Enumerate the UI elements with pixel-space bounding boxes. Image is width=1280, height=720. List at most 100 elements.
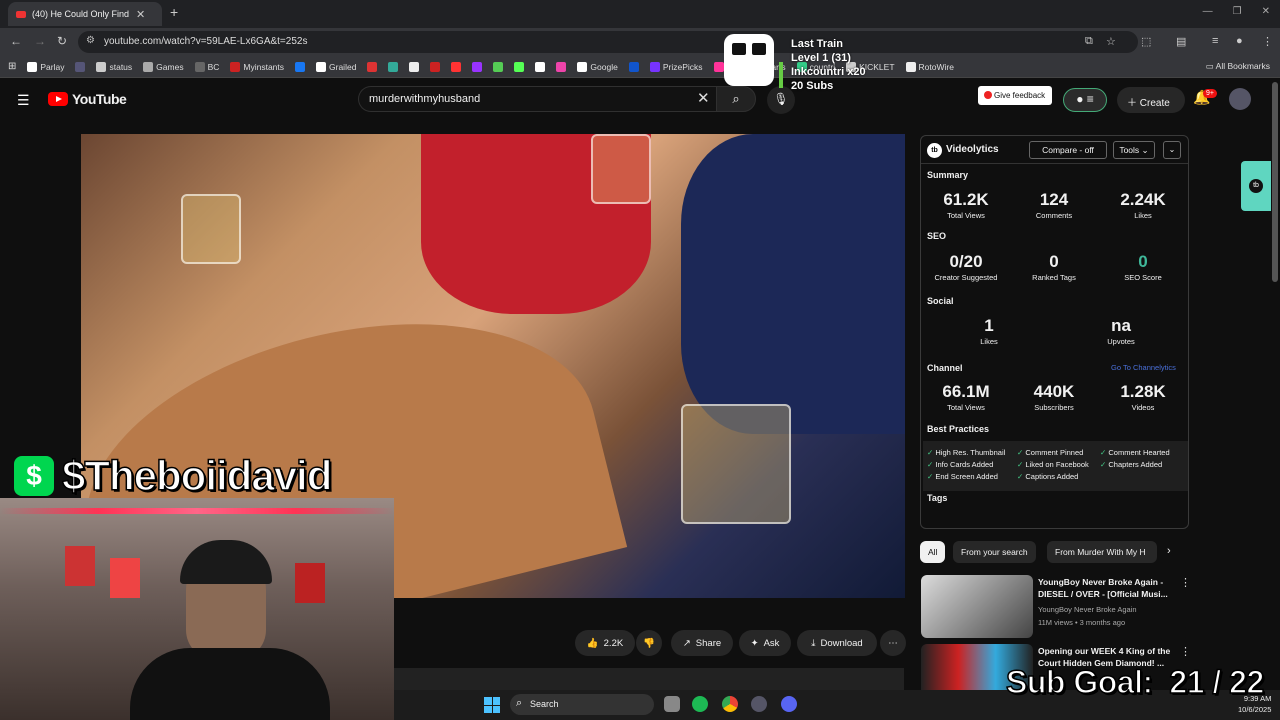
taskbar-search-label: Search (530, 699, 559, 709)
bookmark-favicon-icon (409, 61, 420, 72)
bookmark-item[interactable] (451, 61, 462, 72)
bookmark-favicon-icon (230, 61, 241, 72)
bookmark-item[interactable] (514, 61, 525, 72)
taskbar-search[interactable]: Search (510, 694, 654, 715)
mic-icon: 🎙 (773, 92, 789, 106)
bookmark-favicon-icon (493, 61, 504, 72)
forward-icon[interactable]: → (34, 34, 46, 48)
maximize-icon[interactable]: ❐ (1233, 6, 1242, 17)
rec-thumbnail[interactable] (921, 575, 1033, 638)
wall-poster (65, 546, 95, 586)
search-button[interactable]: ⌕ (716, 86, 756, 112)
chrome-icon[interactable] (722, 696, 738, 712)
bookmark-item[interactable]: Myinstants (230, 61, 284, 72)
address-bar[interactable]: ⚙ youtube.com/watch?v=59LAE-Lx6GA&t=252s (78, 31, 1138, 53)
back-icon[interactable]: ← (10, 34, 22, 48)
stat-label: Likes (1134, 211, 1152, 220)
bookmark-item[interactable]: PrizePicks (649, 61, 703, 72)
bookmark-item[interactable] (535, 61, 546, 72)
install-icon[interactable]: ⧉ (1085, 35, 1093, 48)
dislike-button[interactable]: 👎 (636, 630, 662, 656)
bp-item: Comment Hearted (1100, 448, 1169, 457)
bookmark-item[interactable] (367, 61, 378, 72)
tags-heading: Tags (927, 493, 948, 503)
bookmark-item[interactable] (628, 61, 639, 72)
videolytics-toggle-button[interactable]: ● ≡ (1063, 88, 1107, 112)
bookmark-item[interactable] (556, 61, 567, 72)
rec-menu-icon[interactable]: ⋮ (1180, 645, 1191, 658)
give-feedback-button[interactable]: Give feedback (978, 86, 1052, 105)
rec-menu-icon[interactable]: ⋮ (1180, 576, 1191, 589)
bookmark-item[interactable]: Google (577, 61, 618, 72)
menu-icon[interactable]: ⋮ (1262, 35, 1273, 48)
bookmark-item[interactable]: BC (194, 61, 219, 72)
more-icon: ⋯ (888, 637, 898, 649)
ask-button[interactable]: ✦ Ask (739, 630, 791, 656)
clock-date: 10/6/2025 (1238, 705, 1272, 714)
bookmark-item[interactable]: Grailed (316, 61, 356, 72)
collapse-icon[interactable]: ⌄ (1163, 141, 1181, 159)
bookmark-item[interactable]: RotoWire (905, 61, 954, 72)
create-button[interactable]: ＋ Create (1117, 87, 1185, 113)
bookmark-item[interactable] (295, 61, 306, 72)
like-button[interactable]: 👍 2.2K (575, 630, 635, 656)
share-button[interactable]: ↗ Share (671, 630, 733, 656)
channelytics-link[interactable]: Go To Channelytics (1111, 363, 1176, 372)
reload-icon[interactable]: ↻ (57, 34, 67, 48)
bp-item: Captions Added (1017, 472, 1078, 481)
videolytics-side-tab[interactable]: tb (1241, 161, 1271, 211)
bookmark-item[interactable] (388, 61, 399, 72)
minimize-icon[interactable]: — (1203, 6, 1213, 17)
search-input[interactable]: murderwithmyhusband (358, 86, 716, 112)
social-heading: Social (927, 296, 954, 306)
page-scrollbar[interactable] (1272, 82, 1278, 282)
stat-comments: 124 Comments (1014, 190, 1094, 220)
tools-dropdown[interactable]: Tools ⌄ (1113, 141, 1155, 159)
all-bookmarks[interactable]: ▭ All Bookmarks (1206, 61, 1270, 72)
bookmark-item[interactable] (75, 61, 86, 72)
description-box[interactable] (394, 668, 904, 690)
rec-channel[interactable]: YoungBoy Never Broke Again (1038, 605, 1137, 614)
download-button[interactable]: ⤓ Download (797, 630, 877, 656)
compare-button[interactable]: Compare - off (1029, 141, 1107, 159)
new-tab-icon[interactable]: + (170, 4, 178, 20)
apps-icon[interactable]: ⊞ (8, 61, 16, 72)
chip-from-search[interactable]: From your search (953, 541, 1036, 563)
chip-all[interactable]: All (920, 541, 946, 563)
discord-icon[interactable] (781, 696, 797, 712)
obs-icon[interactable] (751, 696, 767, 712)
clear-search-icon[interactable]: ✕ (697, 89, 710, 107)
stat-ranked-tags: 0 Ranked Tags (1014, 252, 1094, 282)
avatar[interactable] (1229, 88, 1251, 110)
media-icon[interactable]: ≡ (1212, 35, 1218, 47)
youtube-logo[interactable]: YouTube (48, 91, 127, 107)
stat-value: 124 (1039, 190, 1069, 209)
bookmark-label: status (109, 61, 133, 72)
file-explorer-icon[interactable] (664, 696, 680, 712)
download-icon: ⤓ (811, 637, 816, 649)
browser-tab[interactable]: (40) He Could Only Find On ✕ (8, 2, 162, 26)
more-actions-button[interactable]: ⋯ (880, 630, 906, 656)
bookmark-item[interactable] (493, 61, 504, 72)
chip-from-channel[interactable]: From Murder With My H (1047, 541, 1157, 563)
bookmark-item[interactable]: Games (143, 61, 184, 72)
close-tab-icon[interactable]: ✕ (136, 8, 145, 21)
sidepanel-icon[interactable]: ▤ (1176, 35, 1186, 48)
bookmark-item[interactable] (430, 61, 441, 72)
site-settings-icon[interactable]: ⚙ (86, 35, 95, 46)
bookmark-item[interactable]: Parlay (27, 61, 64, 72)
rec-title[interactable]: YoungBoy Never Broke Again - DIESEL / OV… (1038, 576, 1178, 600)
bookmark-item[interactable]: status (96, 61, 133, 72)
spotify-icon[interactable] (692, 696, 708, 712)
menu-hamburger-icon[interactable]: ☰ (17, 92, 30, 109)
like-icon: 👍 (586, 637, 599, 649)
bookmark-item[interactable] (409, 61, 420, 72)
close-window-icon[interactable]: ✕ (1262, 6, 1270, 17)
profile-icon[interactable]: ● (1236, 35, 1243, 47)
extensions-icon[interactable]: ⬚ (1141, 35, 1151, 48)
windows-start-icon[interactable] (484, 697, 500, 713)
bookmark-star-icon[interactable]: ☆ (1106, 35, 1116, 48)
bookmark-item[interactable] (472, 61, 483, 72)
chevron-right-icon[interactable]: › (1167, 545, 1171, 557)
streamer-beanie (180, 540, 272, 584)
